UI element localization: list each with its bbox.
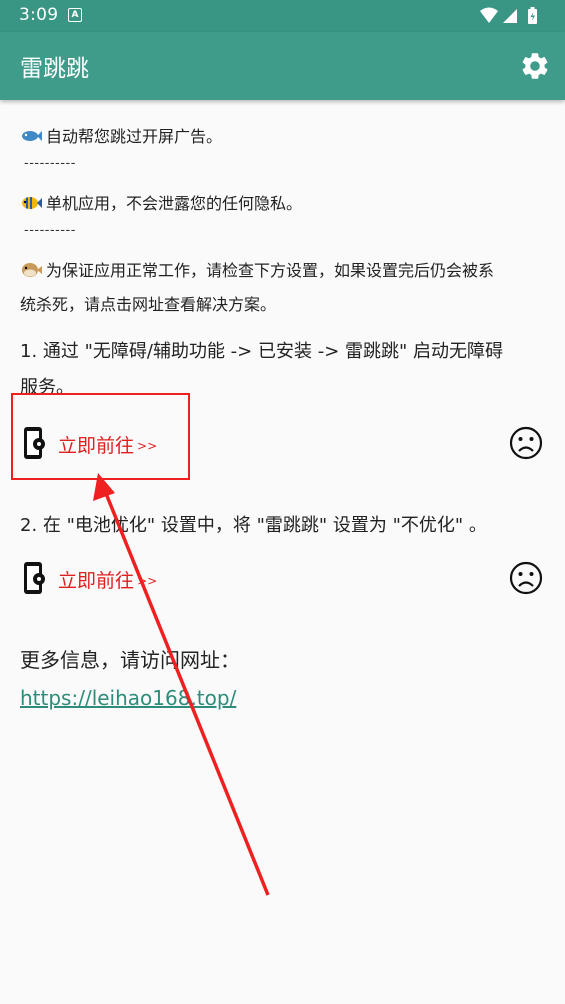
step-1-text-cont: 服务。 xyxy=(20,377,74,398)
annotation-arrow xyxy=(93,473,270,896)
step-2-text: 2. 在 "电池优化" 设置中，将 "雷跳跳" 设置为 "不优化" 。 xyxy=(20,515,487,536)
step-1-goto-label: 立即前往 >> xyxy=(58,435,158,457)
intro-line-privacy-text: 单机应用，不会泄露您的任何隐私。 xyxy=(46,194,303,213)
sad-face-icon xyxy=(509,561,543,595)
step-2-goto-label: 立即前往 >> xyxy=(58,570,158,592)
phone-settings-icon xyxy=(24,427,45,459)
wifi-icon xyxy=(480,7,498,23)
battery-icon xyxy=(528,7,537,24)
gear-icon[interactable] xyxy=(519,50,551,82)
intro-line-settings: 为保证应用正常工作，请检查下方设置，如果设置完后仍会被系 xyxy=(20,257,494,281)
sad-face-icon xyxy=(509,426,543,460)
blowfish-icon xyxy=(22,263,42,277)
signal-icon xyxy=(503,9,517,23)
separator: ---------- xyxy=(24,156,76,171)
notification-icon: A xyxy=(68,8,82,22)
app-title: 雷跳跳 xyxy=(20,56,89,82)
status-bar: 3:09 A xyxy=(0,0,565,32)
step-2-goto-button[interactable]: 立即前往 >> xyxy=(22,559,202,599)
status-time: 3:09 xyxy=(19,5,59,25)
fish-icon xyxy=(22,131,42,141)
step-1-goto-button[interactable]: 立即前往 >> xyxy=(22,424,202,464)
intro-line-ads: 自动帮您跳过开屏广告。 xyxy=(20,123,222,147)
intro-line-settings-cont: 统杀死，请点击网址查看解决方案。 xyxy=(20,295,277,314)
website-link[interactable]: https://leihao168.top/ xyxy=(20,686,236,710)
phone-settings-icon xyxy=(24,562,45,594)
tropical-fish-icon xyxy=(22,197,42,209)
step-1-text: 1. 通过 "无障碍/辅助功能 -> 已安装 -> 雷跳跳" 启动无障碍 xyxy=(20,341,504,362)
app-bar: 雷跳跳 xyxy=(0,32,565,100)
intro-line-privacy: 单机应用，不会泄露您的任何隐私。 xyxy=(20,190,302,214)
separator: ---------- xyxy=(24,223,76,238)
intro-line-ads-text: 自动帮您跳过开屏广告。 xyxy=(46,127,223,146)
intro-line-settings-text: 为保证应用正常工作，请检查下方设置，如果设置完后仍会被系 xyxy=(46,261,495,280)
status-icons xyxy=(480,7,537,24)
more-info-label: 更多信息，请访问网址： xyxy=(20,648,240,672)
